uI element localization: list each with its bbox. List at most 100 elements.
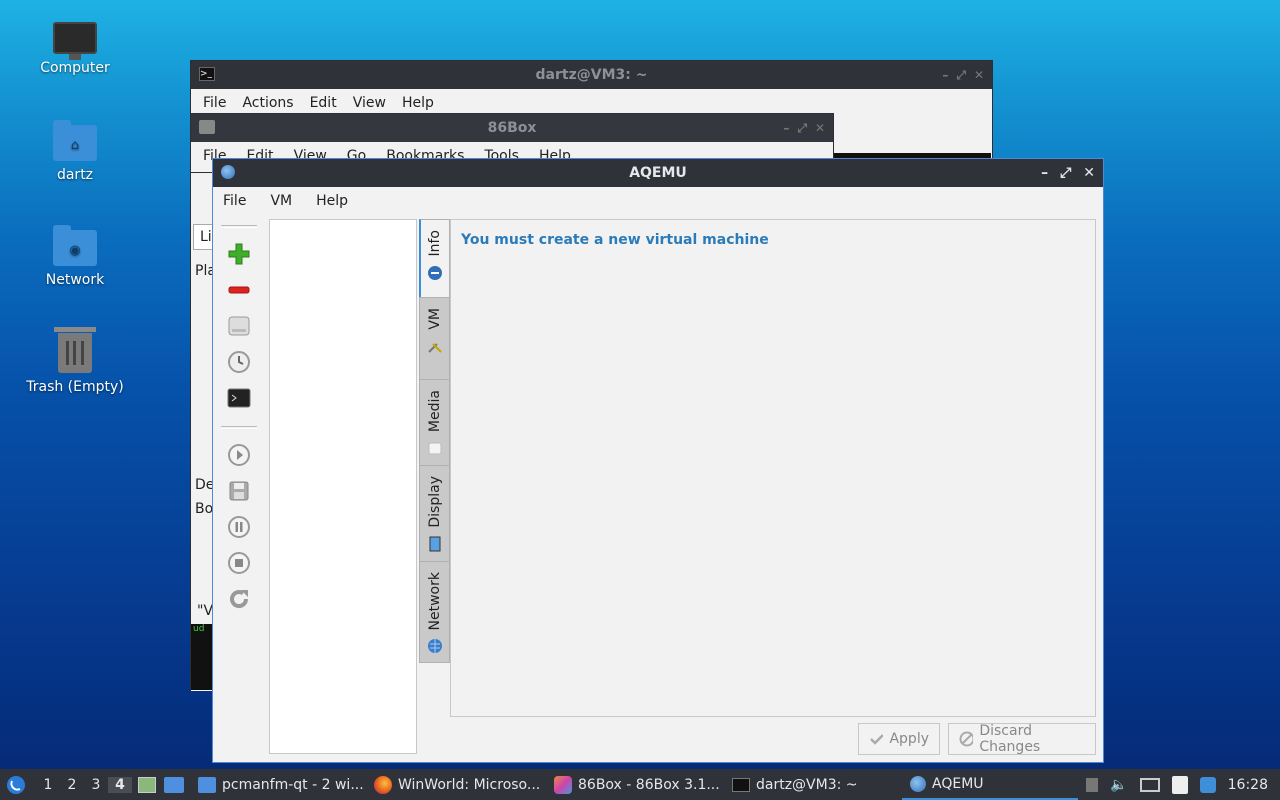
tab-label: Media <box>426 390 443 433</box>
titlebar[interactable]: AQEMU – ⤢ ✕ <box>213 159 1103 187</box>
terminal-icon <box>732 777 750 792</box>
titlebar[interactable]: >_ dartz@VM3: ~ – ⤢ ✕ <box>191 61 992 89</box>
menu-view[interactable]: View <box>345 95 394 111</box>
trash-icon <box>54 327 96 373</box>
menu-edit[interactable]: Edit <box>302 95 345 111</box>
desktop-icon-trash[interactable]: Trash (Empty) <box>20 327 130 395</box>
settings-tabs: Info VM Media Display Network <box>419 219 451 663</box>
discard-label: Discard Changes <box>979 723 1041 755</box>
stop-icon <box>228 552 250 574</box>
text-fragment: Bo <box>195 501 214 517</box>
discard-changes-button[interactable]: Discard Changes <box>948 723 1096 755</box>
vm-list[interactable] <box>269 219 417 754</box>
desktop-icon-label: Trash (Empty) <box>26 379 124 395</box>
workspace-4[interactable]: 4 <box>108 776 132 793</box>
aqemu-window[interactable]: AQEMU – ⤢ ✕ File VM Help Info VM Media D… <box>212 158 1104 763</box>
menu-vm[interactable]: VM <box>262 193 300 209</box>
menu-help[interactable]: Help <box>394 95 442 111</box>
apply-button[interactable]: Apply <box>858 723 940 755</box>
tray-expand-icon[interactable] <box>1086 777 1099 792</box>
pause-vm-button[interactable] <box>221 509 257 545</box>
menu-help[interactable]: Help <box>308 193 356 209</box>
updates-icon[interactable] <box>1199 776 1216 793</box>
desktop-icon-label: dartz <box>56 167 94 183</box>
tab-network[interactable]: Network <box>419 561 450 663</box>
minimize-icon[interactable]: – <box>942 68 948 82</box>
add-vm-button[interactable] <box>221 236 257 272</box>
network-status-icon[interactable] <box>1139 777 1160 792</box>
window-title: dartz@VM3: ~ <box>535 67 648 83</box>
vm-toolbar <box>219 221 259 617</box>
menu-file[interactable]: File <box>195 95 234 111</box>
tab-label: Display <box>426 476 443 528</box>
workspace-1[interactable]: 1 <box>36 777 60 793</box>
tab-label: Info <box>427 230 443 257</box>
save-icon <box>229 481 249 501</box>
maximize-icon[interactable]: ⤢ <box>797 121 807 136</box>
computer-icon <box>53 22 97 60</box>
stop-vm-button[interactable] <box>221 545 257 581</box>
maximize-icon[interactable]: ⤢ <box>956 68 966 83</box>
text-fragment: "V <box>197 603 214 619</box>
tools-icon <box>427 342 442 353</box>
cancel-icon <box>959 731 974 747</box>
titlebar[interactable]: 86Box – ⤢ ✕ <box>191 114 833 142</box>
vm-drive-button[interactable] <box>221 308 257 344</box>
delete-vm-button[interactable] <box>221 272 257 308</box>
desktop-icon-network[interactable]: ◉ Network <box>20 225 130 288</box>
task-label: pcmanfm-qt - 2 wi... <box>222 776 364 793</box>
lubuntu-logo-icon <box>7 775 25 794</box>
maximize-icon[interactable]: ⤢ <box>1060 165 1071 181</box>
close-icon[interactable]: ✕ <box>815 121 825 135</box>
desktop-icon-computer[interactable]: Computer <box>20 18 130 76</box>
workspace-2[interactable]: 2 <box>60 777 84 793</box>
pause-icon <box>228 516 250 538</box>
minimize-icon[interactable]: – <box>783 121 789 135</box>
folder-icon <box>199 120 215 134</box>
desktop-icon-home[interactable]: ⌂ dartz <box>20 120 130 183</box>
window-title: 86Box <box>487 120 537 136</box>
desktop-icon-label: Network <box>45 272 105 288</box>
apply-label: Apply <box>889 731 929 747</box>
network-icon <box>427 639 442 654</box>
start-menu-button[interactable] <box>0 769 32 800</box>
minimize-icon[interactable]: – <box>1041 165 1048 181</box>
vm-snapshot-button[interactable] <box>221 344 257 380</box>
menu-actions[interactable]: Actions <box>234 95 301 111</box>
system-tray: 🔈 16:28 <box>1086 775 1280 794</box>
reset-vm-button[interactable] <box>221 581 257 617</box>
task-label: WinWorld: Microso... <box>398 776 541 793</box>
start-vm-button[interactable] <box>221 437 257 473</box>
file-manager-icon[interactable] <box>164 776 184 793</box>
task-firefox[interactable]: WinWorld: Microso... <box>366 769 546 800</box>
menu-file[interactable]: File <box>215 193 254 209</box>
task-label: AQEMU <box>932 775 984 792</box>
clipboard-icon[interactable] <box>1171 775 1188 794</box>
display-icon <box>429 536 440 552</box>
task-aqemu[interactable]: AQEMU <box>902 769 1078 800</box>
play-icon <box>228 444 250 466</box>
close-icon[interactable]: ✕ <box>1083 165 1095 181</box>
show-desktop-icon[interactable] <box>138 776 156 793</box>
tab-media[interactable]: Media <box>419 379 450 465</box>
info-message: You must create a new virtual machine <box>461 232 769 248</box>
volume-icon[interactable]: 🔈 <box>1110 777 1127 793</box>
task-pcmanfm[interactable]: pcmanfm-qt - 2 wi... <box>190 769 366 800</box>
tab-vm[interactable]: VM <box>419 297 450 379</box>
clock[interactable]: 16:28 <box>1228 777 1268 793</box>
home-folder-icon: ⌂ <box>53 120 97 161</box>
task-86box[interactable]: 86Box - 86Box 3.1... <box>546 769 724 800</box>
tab-display[interactable]: Display <box>419 465 450 561</box>
task-terminal[interactable]: dartz@VM3: ~ <box>724 769 902 800</box>
clock-icon <box>228 351 250 373</box>
close-icon[interactable]: ✕ <box>974 68 984 82</box>
vm-console-button[interactable] <box>221 380 257 416</box>
tab-info[interactable]: Info <box>419 219 450 297</box>
save-vm-button[interactable] <box>221 473 257 509</box>
menubar: File VM Help <box>213 187 1103 215</box>
tab-label: Network <box>426 572 443 631</box>
task-label: 86Box - 86Box 3.1... <box>578 776 720 793</box>
info-icon <box>428 265 442 280</box>
info-panel: You must create a new virtual machine <box>450 219 1096 717</box>
workspace-3[interactable]: 3 <box>84 777 108 793</box>
